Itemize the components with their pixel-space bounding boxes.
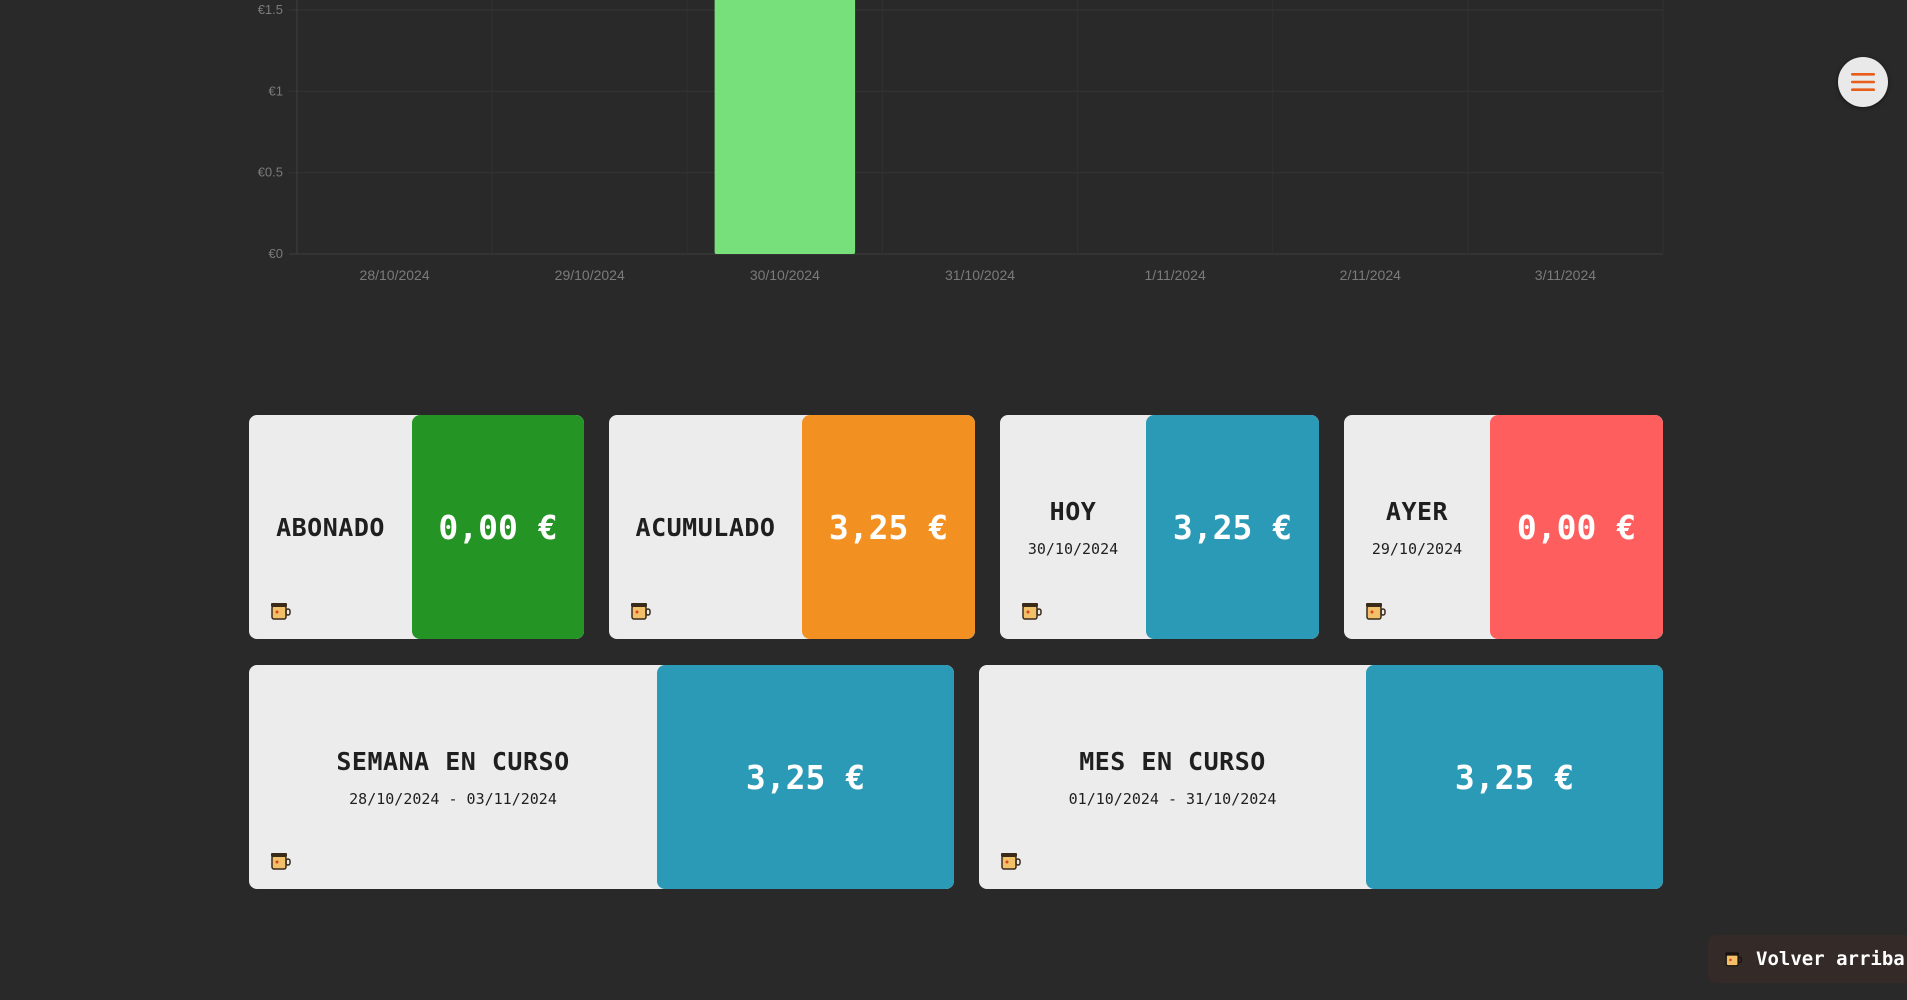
chart-y-tick-label: €0.5 — [258, 165, 283, 180]
card-title: AYER — [1385, 496, 1449, 526]
chart-x-tick-label: 3/11/2024 — [1535, 267, 1596, 283]
chart-x-tick-label: 28/10/2024 — [360, 267, 430, 283]
chart-x-tick-label: 30/10/2024 — [750, 267, 820, 283]
earnings-bar-chart: €0 €0.5 €1 €1.5 28/10/2024 29/10/2024 30/10/2… — [258, 0, 1664, 283]
card-value: 3,25 € — [1146, 415, 1319, 639]
card-semana-en-curso: SEMANA EN CURSO 28/10/2024 - 03/11/2024 … — [249, 665, 954, 889]
back-to-top-label: Volver arriba — [1756, 948, 1905, 970]
chart-y-tick-label: €1.5 — [258, 2, 283, 17]
card-title: ABONADO — [276, 512, 385, 542]
chart-x-tick-label: 1/11/2024 — [1145, 267, 1206, 283]
chart-y-axis-labels: €0 €0.5 €1 €1.5 — [258, 2, 283, 261]
card-title: SEMANA EN CURSO — [336, 746, 570, 776]
chart-grid — [289, 0, 1664, 255]
card-value: 0,00 € — [1490, 415, 1663, 639]
card-hoy: HOY 30/10/2024 3,25 € — [1000, 415, 1319, 639]
mascot-icon — [1366, 603, 1386, 620]
card-date-range: 01/10/2024 - 31/10/2024 — [1068, 789, 1277, 808]
card-value: 3,25 € — [1366, 665, 1663, 889]
card-value: 3,25 € — [802, 415, 975, 639]
chart-x-tick-label: 31/10/2024 — [945, 267, 1015, 283]
chart-y-tick-label: €0 — [269, 246, 283, 261]
card-date-range: 28/10/2024 - 03/11/2024 — [349, 789, 557, 808]
card-value: 3,25 € — [657, 665, 954, 889]
mascot-icon — [271, 853, 291, 870]
chart-bars — [714, 0, 856, 254]
hamburger-menu-icon — [1851, 73, 1875, 91]
card-acumulado: ACUMULADO 3,25 € — [609, 415, 975, 639]
chart-y-tick-label: €1 — [269, 83, 283, 98]
card-ayer: AYER 29/10/2024 0,00 € — [1344, 415, 1663, 639]
card-title: HOY — [1049, 496, 1097, 526]
card-value: 0,00 € — [412, 415, 584, 639]
card-date: 30/10/2024 — [1027, 539, 1119, 558]
card-abonado: ABONADO 0,00 € — [249, 415, 584, 639]
card-mes-en-curso: MES EN CURSO 01/10/2024 - 31/10/2024 3,2… — [979, 665, 1663, 889]
card-title: ACUMULADO — [635, 512, 776, 542]
mascot-icon — [271, 603, 291, 620]
chart-x-tick-label: 29/10/2024 — [555, 267, 625, 283]
card-title: MES EN CURSO — [1079, 746, 1266, 776]
mascot-icon — [1022, 603, 1042, 620]
mascot-icon — [631, 603, 651, 620]
chart-x-tick-label: 2/11/2024 — [1340, 267, 1401, 283]
mascot-icon — [1001, 853, 1021, 870]
chart-x-axis-labels: 28/10/2024 29/10/2024 30/10/2024 31/10/2024… — [360, 267, 1597, 283]
mascot-icon — [1725, 952, 1743, 967]
chart-bar — [714, 0, 856, 254]
menu-button[interactable] — [1838, 57, 1888, 107]
card-date: 29/10/2024 — [1371, 539, 1463, 558]
back-to-top-button[interactable]: Volver arriba — [1708, 935, 1907, 983]
